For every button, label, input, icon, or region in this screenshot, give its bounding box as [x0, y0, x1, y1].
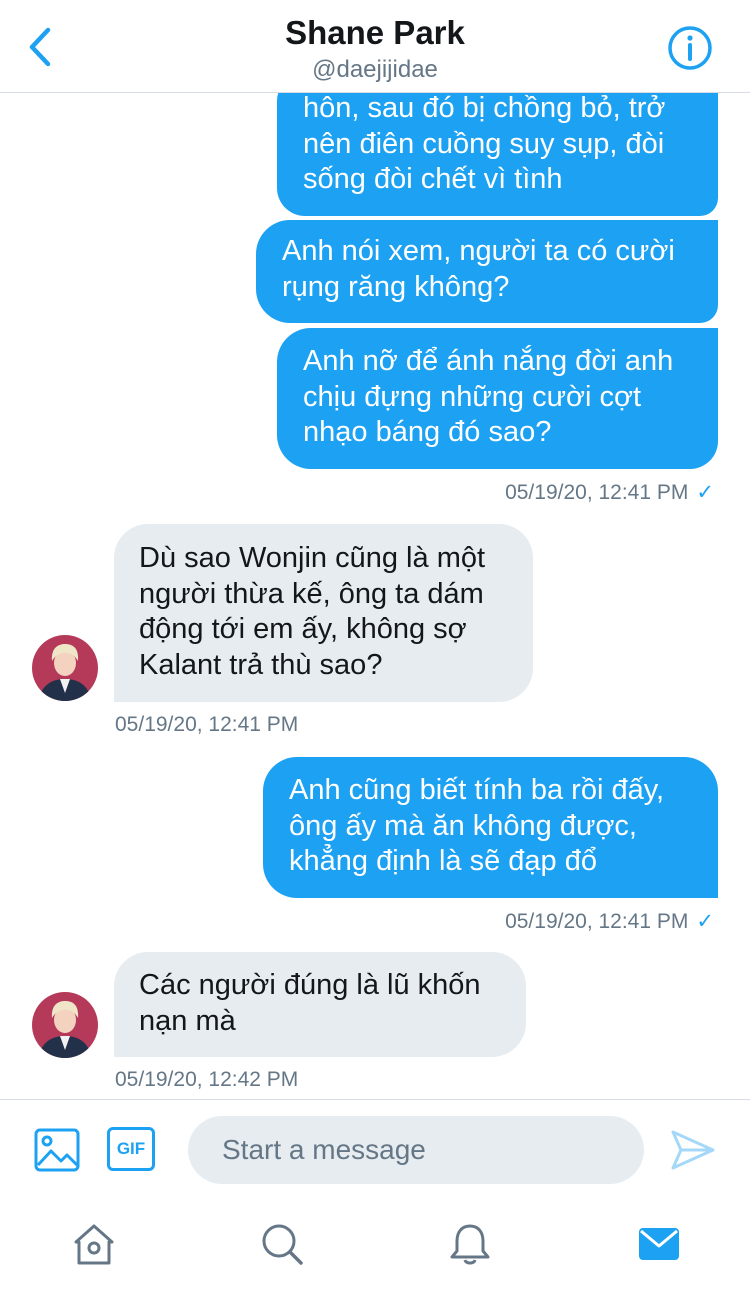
info-icon — [668, 26, 712, 70]
sent-message-bubble[interactable]: Anh cũng biết tính ba rồi đấy, ông ấy mà… — [263, 757, 718, 898]
message-line: người thừa kế, ông ta dám — [139, 577, 484, 610]
read-check-icon: ✓ — [696, 910, 714, 933]
received-message-bubble[interactable]: Các người đúng là lũ khốn nạn mà — [114, 952, 526, 1057]
message-line: nên điên cuồng suy sụp, đòi — [303, 127, 665, 160]
message-line: sống đòi chết vì tình — [303, 163, 563, 195]
conversation-title[interactable]: Shane Park — [0, 14, 750, 52]
tab-messages[interactable] — [636, 1221, 682, 1267]
profile-photo — [32, 992, 98, 1058]
message-line: ông ấy mà ăn không được, — [289, 809, 637, 842]
message-line: hôn, sau đó bị chồng bỏ, trở — [303, 93, 666, 124]
message-line: nhạo báng đó sao? — [303, 416, 552, 448]
sent-message-bubble[interactable]: Anh nói xem, người ta có cười rụng răng … — [256, 220, 718, 323]
bottom-tab-bar — [0, 1199, 750, 1297]
send-icon — [671, 1130, 715, 1170]
timestamp-text: 05/19/20, 12:41 PM — [505, 910, 689, 933]
message-line: chịu đựng những cười cợt — [303, 380, 642, 413]
message-timestamp: 05/19/20, 12:41 PM ✓ — [505, 480, 714, 505]
message-line: Các người đúng là lũ khốn — [139, 969, 481, 1001]
received-message-bubble[interactable]: Dù sao Wonjin cũng là một người thừa kế,… — [114, 524, 533, 702]
avatar[interactable] — [32, 635, 98, 701]
message-input[interactable] — [188, 1116, 644, 1184]
gif-button[interactable]: GIF — [107, 1127, 155, 1171]
tab-home[interactable] — [71, 1221, 117, 1267]
conversation-header: Shane Park @daejijidae — [0, 0, 750, 93]
image-icon — [34, 1128, 80, 1172]
messages-icon — [639, 1228, 679, 1260]
send-button[interactable] — [670, 1128, 716, 1172]
message-line: động tới em ấy, không sợ — [139, 613, 467, 645]
message-line: Kalant trả thù sao? — [139, 648, 383, 681]
profile-photo — [32, 635, 98, 701]
message-line: khẳng định là sẽ đạp đổ — [289, 845, 597, 877]
tab-search[interactable] — [259, 1221, 305, 1267]
message-timestamp: 05/19/20, 12:42 PM — [115, 1068, 299, 1091]
message-line: Anh nỡ để ánh nắng đời anh — [303, 345, 674, 377]
sent-message-bubble[interactable]: hôn, sau đó bị chồng bỏ, trở nên điên cu… — [277, 93, 718, 216]
tab-notifications[interactable] — [447, 1221, 493, 1267]
message-line: nạn mà — [139, 1004, 236, 1037]
message-composer: GIF — [0, 1099, 750, 1200]
message-line: Anh nói xem, người ta có cười — [282, 235, 675, 267]
message-line: rụng răng không? — [282, 270, 510, 303]
info-button[interactable] — [666, 24, 714, 72]
message-timestamp: 05/19/20, 12:41 PM ✓ — [505, 909, 714, 934]
conversation-handle: @daejijidae — [312, 56, 438, 83]
message-thread[interactable]: hôn, sau đó bị chồng bỏ, trở nên điên cu… — [0, 93, 750, 1099]
avatar[interactable] — [32, 992, 98, 1058]
notifications-icon — [450, 1224, 490, 1265]
message-timestamp: 05/19/20, 12:41 PM — [115, 713, 299, 736]
search-icon — [262, 1224, 303, 1265]
home-icon — [74, 1224, 114, 1265]
sent-message-bubble[interactable]: Anh nỡ để ánh nắng đời anh chịu đựng nhữ… — [277, 328, 718, 469]
message-line: Anh cũng biết tính ba rồi đấy, — [289, 774, 665, 806]
message-line: Dù sao Wonjin cũng là một — [139, 542, 486, 574]
timestamp-text: 05/19/20, 12:41 PM — [505, 481, 689, 504]
read-check-icon: ✓ — [696, 481, 714, 504]
add-media-button[interactable] — [33, 1127, 81, 1173]
